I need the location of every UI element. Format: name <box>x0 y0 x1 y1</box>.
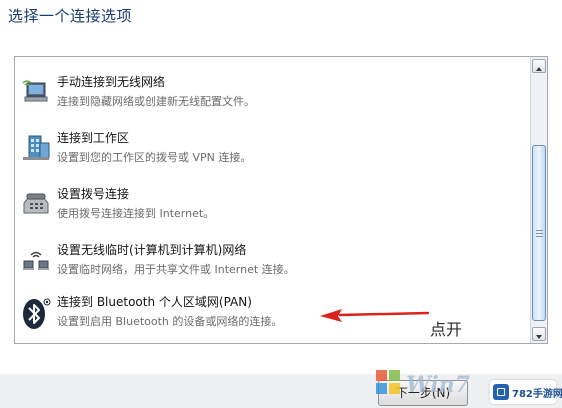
vertical-scrollbar[interactable] <box>530 57 547 343</box>
scroll-thumb[interactable] <box>532 145 546 321</box>
page-title: 选择一个连接选项 <box>8 7 133 25</box>
option-manual-wireless[interactable]: 手动连接到无线网络 连接到隐藏网络或创建新无线配置文件。 <box>19 73 519 121</box>
site-watermark-text: 782手游网 <box>512 389 562 400</box>
option-title: 设置拨号连接 <box>57 187 130 201</box>
connection-options-list[interactable]: 手动连接到无线网络 连接到隐藏网络或创建新无线配置文件。 连接到工作区 设置到您… <box>14 56 548 344</box>
option-title: 手动连接到无线网络 <box>57 75 166 89</box>
next-button[interactable]: 下一步(N) <box>378 380 468 406</box>
wireless-computer-icon <box>21 77 51 107</box>
site-watermark: 782手游网 <box>490 380 562 404</box>
option-description: 设置到启用 Bluetooth 的设备或网络的连接。 <box>57 315 283 328</box>
workplace-icon <box>21 133 51 163</box>
option-description: 连接到隐藏网络或创建新无线配置文件。 <box>57 95 255 108</box>
option-description: 设置临时网络，用于共享文件或 Internet 连接。 <box>57 263 295 276</box>
option-adhoc[interactable]: 设置无线临时(计算机到计算机)网络 设置临时网络，用于共享文件或 Interne… <box>19 241 519 289</box>
chevron-up-icon <box>536 67 542 71</box>
adhoc-network-icon <box>21 245 51 275</box>
dialog-footer <box>0 374 562 408</box>
option-description: 使用拨号连接连接到 Internet。 <box>57 207 215 220</box>
dialup-phone-icon <box>21 189 51 219</box>
option-description: 设置到您的工作区的拨号或 VPN 连接。 <box>57 151 252 164</box>
option-workplace[interactable]: 连接到工作区 设置到您的工作区的拨号或 VPN 连接。 <box>19 129 519 177</box>
annotation-arrow-icon <box>320 309 430 322</box>
scroll-up-button[interactable] <box>532 59 546 73</box>
bluetooth-icon <box>21 297 51 329</box>
option-title: 连接到 Bluetooth 个人区域网(PAN) <box>57 295 252 309</box>
site-logo-icon <box>493 384 509 400</box>
annotation-label: 点开 <box>430 320 463 339</box>
chevron-down-icon <box>536 335 542 339</box>
option-dialup[interactable]: 设置拨号连接 使用拨号连接连接到 Internet。 <box>19 185 519 233</box>
option-title: 设置无线临时(计算机到计算机)网络 <box>57 243 247 257</box>
option-title: 连接到工作区 <box>57 131 130 145</box>
scroll-down-button[interactable] <box>532 327 546 341</box>
